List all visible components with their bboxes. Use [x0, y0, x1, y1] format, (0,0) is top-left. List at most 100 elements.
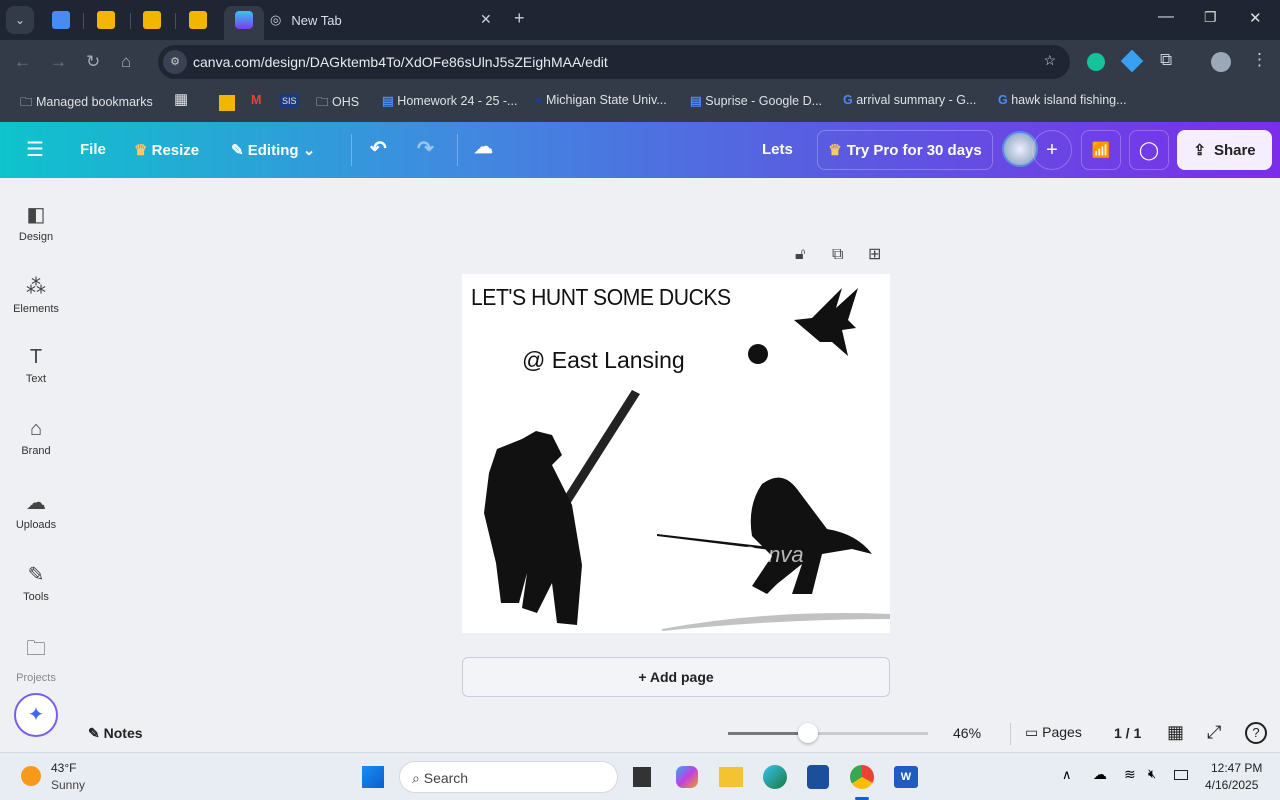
duck-silhouette	[794, 288, 858, 356]
baseball-bat	[562, 390, 640, 504]
share-button[interactable]: ⇪ Share	[1177, 130, 1272, 170]
docs-tab-icon[interactable]	[52, 11, 70, 29]
bookmark-arrival[interactable]: G arrival summary - G...	[843, 93, 976, 107]
file-menu[interactable]: File	[80, 141, 106, 158]
edge-icon[interactable]	[763, 765, 787, 789]
file-explorer-icon[interactable]	[719, 767, 743, 787]
classroom-tab-icon[interactable]	[189, 11, 207, 29]
analytics-button[interactable]: 📶	[1081, 130, 1121, 170]
zoom-slider-thumb[interactable]	[798, 723, 818, 743]
forward-icon[interactable]: →	[50, 52, 67, 72]
bookmark-sis[interactable]: SIS	[280, 94, 299, 108]
close-window-button[interactable]: ✕	[1249, 9, 1262, 27]
tab-search-button[interactable]: ⌄	[6, 6, 34, 34]
wifi-icon[interactable]: ≋	[1124, 766, 1136, 783]
menu-icon[interactable]: ⋮	[1251, 50, 1268, 70]
classroom-tab-icon[interactable]	[143, 11, 161, 29]
pages-button[interactable]: ▭ Pages	[1025, 724, 1082, 741]
baseball-icon	[748, 344, 768, 364]
undo-icon[interactable]: ↶	[370, 136, 387, 161]
apps-grid-icon[interactable]: ▦	[174, 90, 188, 108]
sidebar-item-brand[interactable]: ⌂ Brand	[0, 418, 72, 457]
magic-assistant-button[interactable]: ✦	[14, 693, 58, 737]
fullscreen-icon[interactable]: ⤢	[1207, 722, 1221, 743]
bookmark-msu[interactable]: ● Michigan State Univ...	[535, 93, 667, 107]
wolf-silhouette	[484, 431, 582, 625]
extension-icon[interactable]	[1120, 49, 1144, 73]
try-pro-button[interactable]: ♛ Try Pro for 30 days	[817, 130, 993, 170]
resize-button[interactable]: ♛ Resize	[134, 141, 199, 159]
restore-button[interactable]: ❐	[1204, 9, 1217, 26]
add-collaborator-button[interactable]: +	[1032, 130, 1072, 170]
battery-icon[interactable]	[1174, 770, 1188, 780]
bookmark-ohs[interactable]: 🗀 OHS	[316, 93, 359, 114]
back-icon[interactable]: ←	[14, 52, 31, 72]
sidebar-item-tools[interactable]: ✎ Tools	[0, 562, 72, 603]
start-button[interactable]	[362, 766, 384, 788]
pages-icon: ▭	[1025, 724, 1039, 740]
grid-view-icon[interactable]: ▦	[1167, 722, 1184, 743]
bookmark-suprise[interactable]: ▤ Suprise - Google D...	[690, 93, 822, 108]
bookmark-hawk[interactable]: G hawk island fishing...	[998, 93, 1127, 107]
bookmark-gmail[interactable]: M	[251, 93, 261, 107]
tab-new-tab[interactable]: ◎ New Tab	[270, 0, 342, 40]
bookmark-star-icon[interactable]: ☆	[1043, 52, 1056, 69]
site-info-icon[interactable]: ⚙	[163, 50, 187, 74]
notes-button[interactable]: ✎ Notes	[88, 725, 143, 742]
zoom-level[interactable]: 46%	[953, 725, 981, 741]
taskbar-search[interactable]: ⌕ Search	[399, 761, 618, 793]
comments-button[interactable]: ◯	[1129, 130, 1169, 170]
extensions-puzzle-icon[interactable]: ⧉	[1160, 50, 1172, 70]
sidebar-item-elements[interactable]: ⁂ Elements	[0, 274, 72, 315]
url-text: canva.com/design/DAGktemb4To/XdOFe86sUln…	[193, 54, 608, 70]
design-page[interactable]: LET'S HUNT SOME DUCKS @ East Lansing Can…	[462, 274, 890, 633]
bookmarks-bar: 🗀 Managed bookmarks ▦ M SIS 🗀 OHS ▤ Home…	[0, 84, 1280, 122]
new-tab-button[interactable]: +	[514, 8, 525, 29]
copilot-icon[interactable]	[676, 766, 698, 788]
editing-mode-dropdown[interactable]: ✎ Editing ⌄	[231, 141, 315, 159]
help-icon[interactable]: ?	[1245, 722, 1267, 744]
bookmark-classroom[interactable]	[219, 95, 235, 111]
hamburger-menu-icon[interactable]: ☰	[26, 137, 44, 162]
chrome-taskbar-icon[interactable]	[850, 765, 874, 789]
clock-time[interactable]: 12:47 PM	[1211, 761, 1262, 775]
home-icon[interactable]: ⌂	[121, 52, 131, 72]
address-bar[interactable]: ⚙ canva.com/design/DAGktemb4To/XdOFe86sU…	[158, 45, 1070, 79]
spartan-silhouette	[750, 477, 872, 594]
zoom-slider-fill	[728, 732, 808, 735]
text-icon: T	[29, 346, 43, 368]
add-page-button[interactable]: + Add page	[462, 657, 890, 697]
design-title[interactable]: Lets	[762, 141, 793, 158]
canva-tab[interactable]	[224, 6, 264, 40]
profile-avatar[interactable]	[1211, 52, 1231, 72]
zoom-slider[interactable]	[728, 723, 928, 743]
onedrive-icon[interactable]: ☁	[1093, 766, 1107, 783]
sidebar-item-projects[interactable]: 🗀 Projects	[0, 634, 72, 684]
sidebar-item-design[interactable]: ◧ Design	[0, 202, 72, 243]
folder-icon: 🗀	[26, 638, 46, 660]
brand-icon: ⌂	[29, 418, 43, 440]
bookmark-managed[interactable]: 🗀 Managed bookmarks	[20, 93, 153, 114]
word-icon[interactable]: W	[894, 766, 918, 788]
cloud-save-icon[interactable]: ☁	[474, 136, 493, 159]
lock-icon[interactable]: 🔓︎	[795, 246, 805, 264]
close-tab-icon[interactable]: ✕	[480, 11, 492, 28]
task-view-icon[interactable]	[633, 767, 651, 787]
sidebar-item-uploads[interactable]: ☁ Uploads	[0, 490, 72, 531]
chevron-down-icon: ⌄	[302, 142, 316, 159]
duplicate-page-icon[interactable]: ⧉	[832, 246, 843, 264]
page-counter[interactable]: 1 / 1	[1114, 725, 1141, 741]
grammarly-extension-icon[interactable]	[1087, 53, 1105, 71]
volume-muted-icon[interactable]: 🔇︎	[1148, 766, 1156, 782]
store-icon[interactable]	[807, 765, 829, 789]
redo-icon[interactable]: ↷	[417, 136, 434, 161]
weather-sun-icon[interactable]	[21, 766, 41, 786]
sidebar-item-text[interactable]: T Text	[0, 346, 72, 385]
clock-date[interactable]: 4/16/2025	[1205, 778, 1258, 792]
reload-icon[interactable]: ↻	[86, 52, 100, 72]
minimize-button[interactable]: —	[1158, 8, 1174, 26]
show-hidden-icons[interactable]: ∧	[1062, 767, 1072, 783]
bookmark-homework[interactable]: ▤ Homework 24 - 25 -...	[382, 93, 517, 108]
classroom-tab-icon[interactable]	[97, 11, 115, 29]
add-page-icon[interactable]: ⊞	[868, 244, 881, 264]
